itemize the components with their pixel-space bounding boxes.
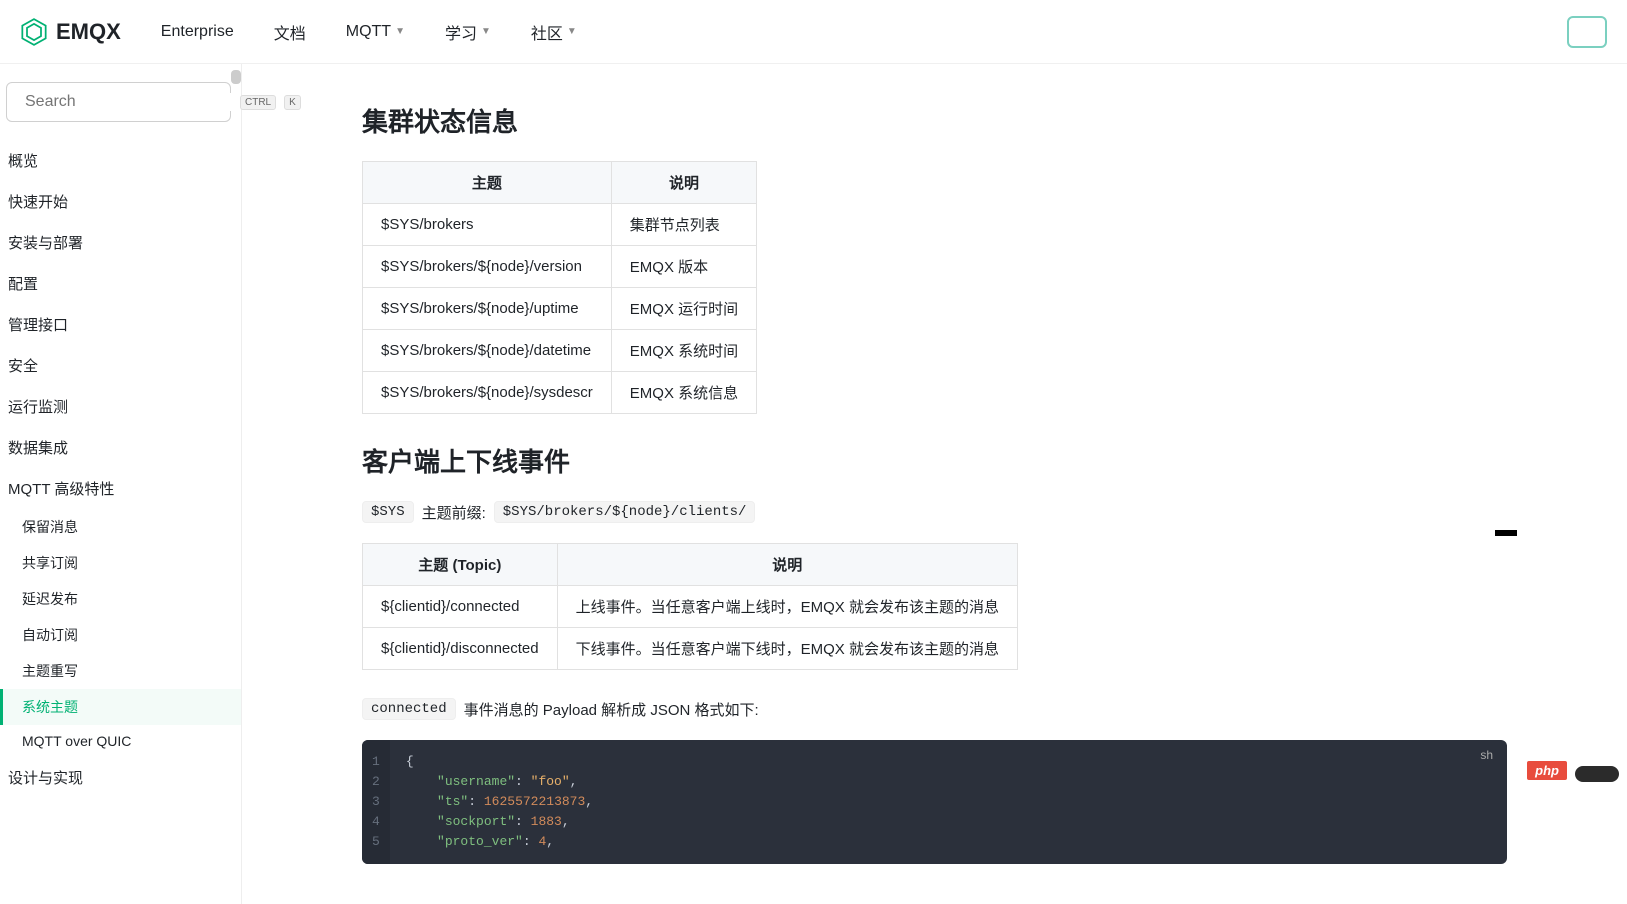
table-row: $SYS/brokers/${node}/versionEMQX 版本 (363, 246, 757, 288)
table-cell: 下线事件。当任意客户端下线时，EMQX 就会发布该主题的消息 (557, 628, 1017, 670)
nav-mqtt[interactable]: MQTT▼ (346, 20, 405, 44)
code-gutter: 12345 (362, 740, 390, 864)
payload-desc: 事件消息的 Payload 解析成 JSON 格式如下: (464, 699, 759, 720)
nav-community[interactable]: 社区▼ (531, 20, 577, 44)
nav-learn[interactable]: 学习▼ (445, 20, 491, 44)
dark-pill-badge (1575, 766, 1619, 782)
code-inline: connected (362, 698, 456, 720)
table-row: ${clientid}/connected上线事件。当任意客户端上线时，EMQX… (363, 586, 1018, 628)
sidebar-sub-item[interactable]: 延迟发布 (0, 581, 241, 617)
kbd-k: K (284, 95, 301, 110)
scrollbar[interactable] (231, 70, 241, 84)
top-nav: Enterprise 文档 MQTT▼ 学习▼ 社区▼ (161, 20, 577, 44)
table-row: $SYS/brokers集群节点列表 (363, 204, 757, 246)
emqx-logo-icon (20, 18, 48, 46)
code-lang-label: sh (1480, 748, 1493, 762)
table-row: $SYS/brokers/${node}/datetimeEMQX 系统时间 (363, 330, 757, 372)
sidebar-item[interactable]: 概览 (0, 140, 241, 181)
sidebar-item[interactable]: 安全 (0, 345, 241, 386)
sidebar-sub-item[interactable]: 主题重写 (0, 653, 241, 689)
kbd-ctrl: CTRL (240, 95, 276, 110)
sidebar-item[interactable]: 安装与部署 (0, 222, 241, 263)
brand-text: EMQX (56, 19, 121, 45)
section1-title: 集群状态信息 (362, 102, 1507, 139)
sidebar-item[interactable]: 数据集成 (0, 427, 241, 468)
table-header: 说明 (557, 544, 1017, 586)
code-inline: $SYS/brokers/${node}/clients/ (494, 501, 756, 523)
table-cell: $SYS/brokers/${node}/datetime (363, 330, 612, 372)
code-block: sh 12345 { "username": "foo", "ts": 1625… (362, 740, 1507, 864)
table-cell: EMQX 版本 (611, 246, 756, 288)
top-header: EMQX Enterprise 文档 MQTT▼ 学习▼ 社区▼ (0, 0, 1627, 64)
code-content: { "username": "foo", "ts": 1625572213873… (390, 740, 609, 864)
table-cell: ${clientid}/disconnected (363, 628, 558, 670)
sidebar-item[interactable]: 管理接口 (0, 304, 241, 345)
chevron-down-icon: ▼ (567, 26, 577, 37)
sidebar-sub-item[interactable]: 自动订阅 (0, 617, 241, 653)
sidebar-item[interactable]: MQTT 高级特性 (0, 468, 241, 509)
search-box[interactable]: CTRL K (6, 82, 231, 122)
table-cell: $SYS/brokers/${node}/uptime (363, 288, 612, 330)
prefix-label: 主题前缀: (422, 502, 486, 523)
table-cell: 上线事件。当任意客户端上线时，EMQX 就会发布该主题的消息 (557, 586, 1017, 628)
cluster-status-table: 主题 说明 $SYS/brokers集群节点列表$SYS/brokers/${n… (362, 161, 757, 414)
sidebar-item[interactable]: 运行监测 (0, 386, 241, 427)
search-input[interactable] (25, 93, 232, 111)
table-cell: 集群节点列表 (611, 204, 756, 246)
sidebar-item[interactable]: 设计与实现 (0, 757, 241, 798)
chevron-down-icon: ▼ (395, 26, 405, 37)
table-header: 主题 (Topic) (363, 544, 558, 586)
sidebar: CTRL K 概览快速开始安装与部署配置管理接口安全运行监测数据集成MQTT 高… (0, 64, 242, 904)
table-row: $SYS/brokers/${node}/sysdescrEMQX 系统信息 (363, 372, 757, 414)
table-cell: ${clientid}/connected (363, 586, 558, 628)
table-cell: EMQX 系统时间 (611, 330, 756, 372)
table-header: 说明 (611, 162, 756, 204)
nav-docs[interactable]: 文档 (274, 20, 306, 44)
table-cell: $SYS/brokers/${node}/version (363, 246, 612, 288)
sidebar-sub-item[interactable]: 共享订阅 (0, 545, 241, 581)
table-cell: $SYS/brokers/${node}/sysdescr (363, 372, 612, 414)
table-row: $SYS/brokers/${node}/uptimeEMQX 运行时间 (363, 288, 757, 330)
brand[interactable]: EMQX (20, 18, 121, 46)
code-inline: $SYS (362, 501, 414, 523)
table-row: ${clientid}/disconnected下线事件。当任意客户端下线时，E… (363, 628, 1018, 670)
header-right-button[interactable] (1567, 16, 1607, 48)
sidebar-item[interactable]: 配置 (0, 263, 241, 304)
sidebar-sub-item[interactable]: 保留消息 (0, 509, 241, 545)
payload-desc-line: connected 事件消息的 Payload 解析成 JSON 格式如下: (362, 698, 1507, 720)
table-cell: EMQX 系统信息 (611, 372, 756, 414)
section2-title: 客户端上下线事件 (362, 442, 1507, 479)
topic-prefix-line: $SYS 主题前缀: $SYS/brokers/${node}/clients/ (362, 501, 1507, 523)
chevron-down-icon: ▼ (481, 26, 491, 37)
sidebar-sub-item[interactable]: MQTT over QUIC (0, 725, 241, 757)
php-badge: php (1527, 761, 1567, 780)
sidebar-sub-item[interactable]: 系统主题 (0, 689, 241, 725)
client-events-table: 主题 (Topic) 说明 ${clientid}/connected上线事件。… (362, 543, 1018, 670)
table-cell: EMQX 运行时间 (611, 288, 756, 330)
table-cell: $SYS/brokers (363, 204, 612, 246)
nav-enterprise[interactable]: Enterprise (161, 20, 234, 44)
content: 集群状态信息 主题 说明 $SYS/brokers集群节点列表$SYS/brok… (242, 64, 1627, 904)
sidebar-item[interactable]: 快速开始 (0, 181, 241, 222)
floating-minus-icon[interactable] (1495, 530, 1517, 536)
table-header: 主题 (363, 162, 612, 204)
